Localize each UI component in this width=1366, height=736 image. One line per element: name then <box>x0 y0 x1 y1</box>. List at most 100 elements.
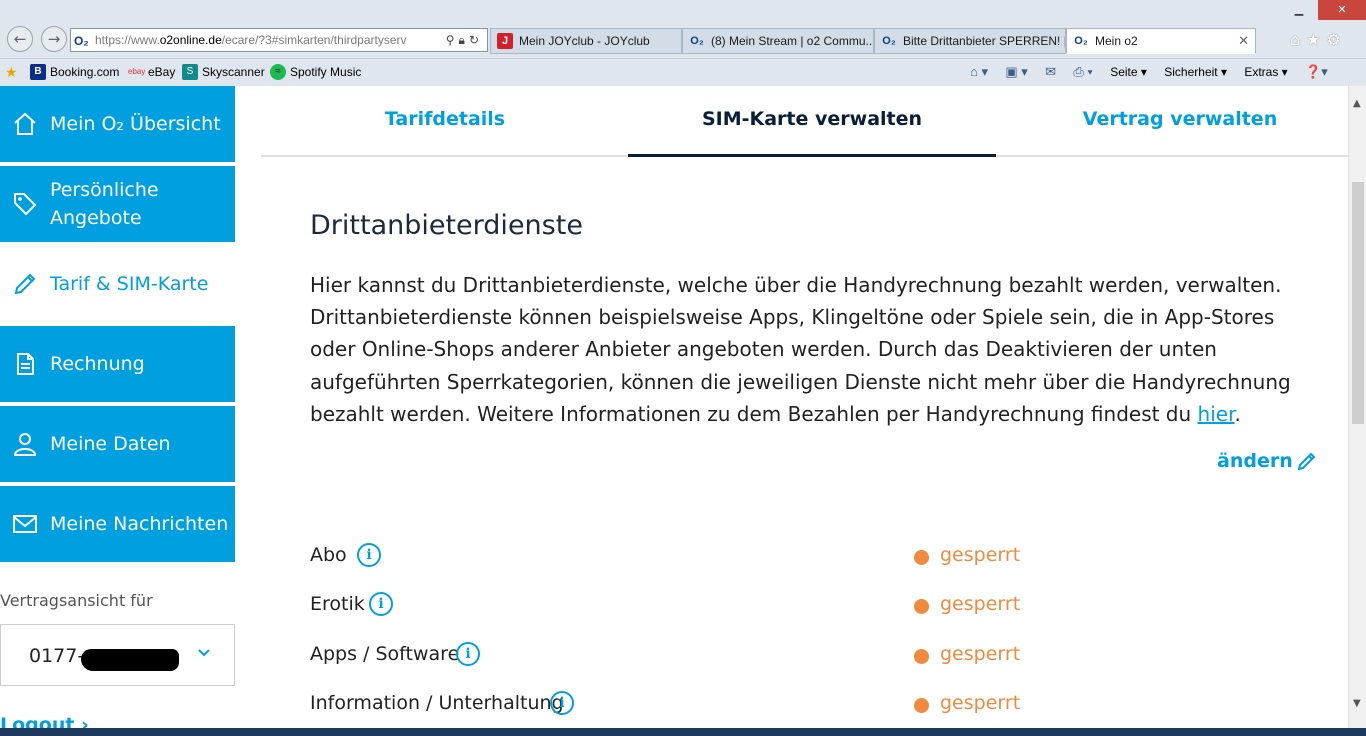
ebay-favicon-icon: ebay <box>128 67 146 76</box>
info-icon[interactable]: i <box>550 691 574 715</box>
status-badge: gesperrt <box>940 544 1021 566</box>
sidebar: Mein O₂ Übersicht Persönliche Angebote T… <box>0 86 235 736</box>
tag-icon <box>14 193 37 216</box>
close-tab-icon[interactable]: ✕ <box>1238 29 1249 53</box>
o2-favicon-icon: O₂ <box>74 34 89 48</box>
sidebar-item-label: Meine Daten <box>50 433 171 455</box>
contract-number: 0177- <box>29 645 85 667</box>
o2-favicon-icon: O₂ <box>1074 35 1088 47</box>
list-item: Apps / Software i gesperrt <box>310 639 1310 669</box>
page-menu[interactable]: Seite ▾ <box>1110 63 1147 81</box>
scroll-up-icon[interactable]: ▲ <box>1353 98 1361 109</box>
tab-tarifdetails[interactable]: Tarifdetails <box>261 86 629 157</box>
sidebar-item-label: Rechnung <box>50 353 145 375</box>
favorite-ebay[interactable]: ebay eBay <box>128 63 175 81</box>
print-icon[interactable]: ⎙ ▾ <box>1073 63 1092 81</box>
url-text[interactable]: https://www.o2online.de/ecare/?3#simkart… <box>95 29 407 51</box>
close-window-button[interactable]: ✕ <box>1318 0 1366 20</box>
intro-text: Hier kannst du Drittanbieterdienste, wel… <box>310 273 1291 426</box>
sidebar-item-nachrichten[interactable]: Meine Nachrichten <box>0 486 235 562</box>
joyclub-favicon-icon: J <box>497 33 513 49</box>
o2-favicon-icon: O₂ <box>690 35 704 47</box>
sidebar-item-overview[interactable]: Mein O₂ Übersicht <box>0 86 235 162</box>
tab-label: (8) Mein Stream | o2 Commu... <box>711 34 874 48</box>
info-link[interactable]: hier <box>1198 402 1235 426</box>
category-label: Information / Unterhaltung <box>310 692 564 714</box>
info-icon[interactable]: i <box>369 592 393 616</box>
booking-favicon-icon: B <box>30 64 46 80</box>
pencil-icon <box>14 273 36 295</box>
favorite-skyscanner[interactable]: S Skyscanner <box>182 63 265 81</box>
sidebar-item-label: Persönliche Angebote <box>50 179 159 229</box>
category-label: Abo <box>310 544 347 566</box>
browser-tab-drittanbieter[interactable]: O₂ Bitte Drittanbieter SPERREN! |... <box>874 28 1066 54</box>
sidebar-item-tarif[interactable]: Tarif & SIM-Karte <box>0 246 235 322</box>
tab-vertrag-verwalten[interactable]: Vertrag verwalten <box>996 86 1348 157</box>
home-icon[interactable]: ⌂ <box>1290 30 1306 49</box>
status-dot <box>914 698 929 713</box>
status-dot <box>914 649 929 664</box>
edit-button[interactable]: ändern <box>1217 450 1293 472</box>
favorite-booking[interactable]: B Booking.com <box>30 63 119 81</box>
category-label: Erotik <box>310 593 365 615</box>
spotify-favicon-icon: ≈ <box>270 64 286 80</box>
sidebar-item-label: Meine Nachrichten <box>50 513 229 535</box>
status-dot <box>914 599 929 614</box>
status-badge: gesperrt <box>940 593 1021 615</box>
content-tabs: Tarifdetails SIM-Karte verwalten Vertrag… <box>261 86 1348 157</box>
rss-feed-icon[interactable]: ▣ ▾ <box>1005 63 1027 81</box>
document-icon <box>17 353 34 375</box>
browser-tab-stream[interactable]: O₂ (8) Mein Stream | o2 Commu... <box>682 28 874 54</box>
sidebar-item-label: Mein O₂ Übersicht <box>50 113 221 135</box>
tools-menu[interactable]: Extras ▾ <box>1244 63 1287 81</box>
back-button[interactable]: ← <box>7 26 33 52</box>
browser-tab-mein-o2[interactable]: O₂ Mein o2 ✕ <box>1066 28 1256 54</box>
search-icon[interactable]: ⚲ <box>446 33 459 47</box>
favorites-bar: ★ B Booking.com ebay eBay S Skyscanner ≈ Spo… <box>0 58 1366 85</box>
scroll-thumb[interactable] <box>1352 182 1364 424</box>
forward-arrow-icon: → <box>47 30 61 48</box>
tab-label: Mein JOYclub - JOYclub <box>519 34 650 48</box>
o2-favicon-icon: O₂ <box>882 35 896 47</box>
info-icon[interactable]: i <box>357 543 381 567</box>
user-icon <box>13 433 37 456</box>
contract-select[interactable]: 0177- <box>0 624 235 686</box>
refresh-icon[interactable]: ↻ <box>469 33 483 47</box>
redaction-mark <box>81 649 179 671</box>
favorites-star-icon[interactable]: ★ <box>5 63 18 81</box>
star-icon[interactable]: ★ <box>1306 30 1326 49</box>
mail-icon[interactable]: ✉ <box>1045 63 1056 81</box>
safety-menu[interactable]: Sicherheit ▾ <box>1164 63 1227 81</box>
pencil-icon[interactable] <box>1296 450 1318 472</box>
main-content: Tarifdetails SIM-Karte verwalten Vertrag… <box>261 86 1348 736</box>
favorite-spotify[interactable]: ≈ Spotify Music <box>270 63 361 81</box>
help-icon[interactable]: ❓▾ <box>1305 63 1328 81</box>
status-dot <box>914 550 929 565</box>
contract-view-label: Vertragsansicht für <box>0 591 153 610</box>
forward-button[interactable]: → <box>41 26 67 52</box>
category-label: Apps / Software <box>310 643 460 665</box>
home-command-icon[interactable]: ⌂ ▾ <box>970 63 988 81</box>
chevron-down-icon <box>198 649 210 657</box>
address-bar[interactable]: O₂ https://www.o2online.de/ecare/?3#simk… <box>70 28 488 52</box>
tab-sim-karte-verwalten[interactable]: SIM-Karte verwalten <box>628 86 996 157</box>
address-actions: ⚲🔒︎↻ <box>446 29 483 51</box>
tab-label: Mein o2 <box>1095 34 1138 48</box>
home-icon <box>14 112 36 135</box>
sidebar-item-rechnung[interactable]: Rechnung <box>0 326 235 402</box>
envelope-icon <box>13 515 37 533</box>
info-icon[interactable]: i <box>456 642 480 666</box>
sidebar-item-daten[interactable]: Meine Daten <box>0 406 235 482</box>
minimize-button[interactable]: ▁ <box>1286 0 1312 20</box>
sidebar-item-offers[interactable]: Persönliche Angebote <box>0 166 235 242</box>
skyscanner-favicon-icon: S <box>182 64 198 80</box>
status-badge: gesperrt <box>940 643 1021 665</box>
lock-icon[interactable]: 🔒︎ <box>459 33 469 47</box>
list-item: Abo i gesperrt <box>310 540 1310 570</box>
command-bar: ⌂ ▾ ▣ ▾ ✉ ⎙ ▾ Seite ▾ Sicherheit ▾ Extra… <box>970 63 1342 81</box>
page-scrollbar[interactable]: ▲ ▼ <box>1348 86 1366 728</box>
scroll-down-icon[interactable]: ▼ <box>1353 698 1361 709</box>
gear-icon[interactable]: ⚙ <box>1327 30 1347 49</box>
browser-tab-joyclub[interactable]: J Mein JOYclub - JOYclub <box>490 28 682 54</box>
tab-label: Bitte Drittanbieter SPERREN! |... <box>903 34 1066 48</box>
